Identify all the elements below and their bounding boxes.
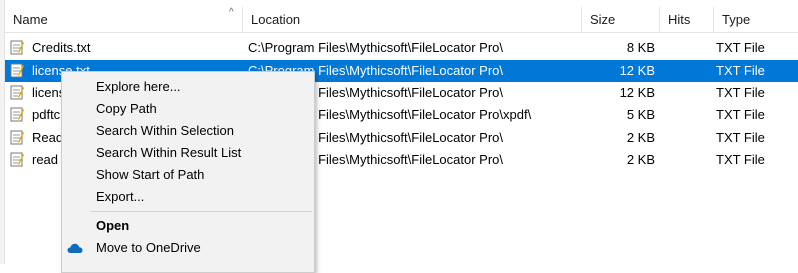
results-window: Name ^ Location Size Hits Type Credits.t… <box>0 0 798 273</box>
column-location-label: Location <box>251 12 301 27</box>
column-size-label: Size <box>590 12 616 27</box>
row-size: 8 KB <box>626 40 655 55</box>
text-file-icon <box>10 130 24 145</box>
column-header-name[interactable]: Name <box>5 7 243 32</box>
row-size: 2 KB <box>626 130 655 145</box>
results-header: Name ^ Location Size Hits Type <box>5 7 798 33</box>
row-type: TXT File <box>716 40 765 55</box>
row-size: 2 KB <box>626 152 655 167</box>
onedrive-cloud-icon <box>67 243 83 253</box>
menu-item-export[interactable]: Export... <box>62 186 314 208</box>
menu-item-label: Copy Path <box>96 101 157 116</box>
menu-item-label: Explore here... <box>96 79 181 94</box>
menu-item-move-to-onedrive[interactable]: Move to OneDrive <box>62 237 314 259</box>
sort-ascending-icon: ^ <box>229 7 234 18</box>
row-size: 12 KB <box>619 63 655 78</box>
menu-item-label: Move to OneDrive <box>96 240 201 255</box>
column-header-hits[interactable]: Hits <box>660 7 714 32</box>
text-file-icon <box>10 40 24 55</box>
menu-item-label: Open <box>96 218 130 233</box>
column-type-label: Type <box>722 12 751 27</box>
column-hits-label: Hits <box>668 12 691 27</box>
text-file-icon <box>10 152 24 167</box>
row-name: Credits.txt <box>32 40 91 55</box>
row-type: TXT File <box>716 85 765 100</box>
menu-item-label: Search Within Result List <box>96 145 242 160</box>
row-size: 12 KB <box>619 85 655 100</box>
row-location: C:\Program Files\Mythicsoft\FileLocator … <box>248 40 504 55</box>
menu-item-label: Show Start of Path <box>96 167 205 182</box>
menu-item-copy-path[interactable]: Copy Path <box>62 98 314 120</box>
table-row[interactable]: Credits.txt C:\Program Files\Mythicsoft\… <box>5 37 798 59</box>
menu-item-label: Export... <box>96 189 145 204</box>
menu-item-search-within-selection[interactable]: Search Within Selection <box>62 120 314 142</box>
column-header-type[interactable]: Type <box>714 7 798 32</box>
menu-item-show-start-of-path[interactable]: Show Start of Path <box>62 164 314 186</box>
row-size: 5 KB <box>626 107 655 122</box>
text-file-icon <box>10 85 24 100</box>
menu-item-open[interactable]: Open <box>62 215 314 237</box>
menu-item-explore-here[interactable]: Explore here... <box>62 76 314 98</box>
menu-item-label: Search Within Selection <box>96 123 235 138</box>
context-menu: Explore here... Copy Path Search Within … <box>61 71 315 273</box>
column-name-label: Name <box>13 12 48 27</box>
column-header-size[interactable]: Size <box>582 7 660 32</box>
menu-item-search-within-result-list[interactable]: Search Within Result List <box>62 142 314 164</box>
row-type: TXT File <box>716 130 765 145</box>
text-file-icon <box>10 63 24 78</box>
row-type: TXT File <box>716 152 765 167</box>
menu-separator <box>90 211 312 212</box>
row-type: TXT File <box>716 107 765 122</box>
column-header-location[interactable]: Location <box>243 7 582 32</box>
row-type: TXT File <box>716 63 765 78</box>
text-file-icon <box>10 107 24 122</box>
